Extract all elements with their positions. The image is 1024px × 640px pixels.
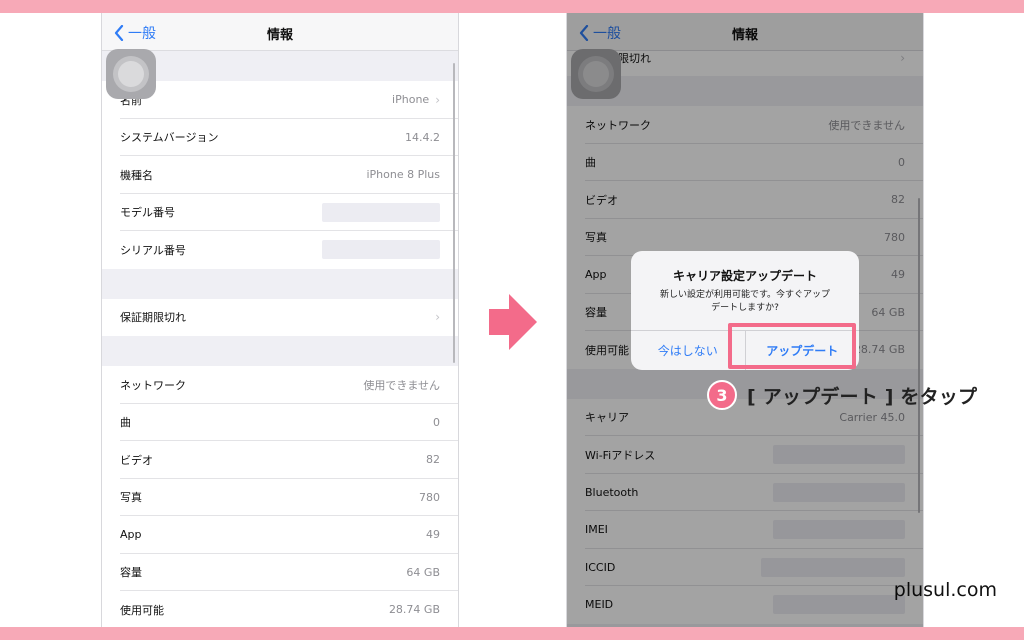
list-item: モデル番号 — [102, 193, 458, 231]
chevron-right-icon: › — [435, 92, 440, 107]
step-annotation: 3 [ アップデート ] をタップ — [707, 380, 977, 410]
scrollbar[interactable] — [453, 63, 455, 363]
row-label: 容量 — [120, 566, 142, 580]
page-title: 情報 — [266, 28, 293, 43]
row-label: 写真 — [120, 491, 142, 505]
row-value: 780 — [419, 490, 440, 504]
row-value: 64 GB — [406, 565, 440, 579]
bottom-decor-band — [0, 627, 1024, 640]
alert-title: キャリア設定アップデート — [672, 269, 817, 283]
row-value: 使用できません — [363, 378, 440, 392]
list-item: 使用可能 28.74 GB — [102, 591, 458, 627]
row-label: モデル番号 — [120, 206, 175, 220]
row-label: シリアル番号 — [120, 243, 186, 257]
row-value: iPhone 8 Plus — [366, 168, 440, 182]
list-item: ビデオ 82 — [102, 441, 458, 479]
list-item: 機種名 iPhone 8 Plus — [102, 156, 458, 194]
left-phone-screen: 一般 情報 名前 iPhone › システムバージョン 14.4.2 機種名 iP… — [101, 13, 459, 627]
row-value: iPhone — [392, 93, 430, 107]
assistive-touch-button[interactable] — [106, 49, 156, 99]
list-item: 写真 780 — [102, 478, 458, 516]
list-item: ネットワーク 使用できません — [102, 366, 458, 404]
step-instruction: [ アップデート ] をタップ — [747, 385, 978, 408]
chevron-right-icon: › — [435, 310, 440, 325]
row-label: ビデオ — [120, 453, 153, 467]
row-label: 使用可能 — [120, 603, 164, 617]
settings-list: 名前 iPhone › システムバージョン 14.4.2 機種名 iPhone 8… — [102, 51, 458, 627]
row-value: 49 — [426, 528, 440, 542]
top-decor-band — [0, 0, 1024, 13]
row-label: App — [120, 528, 142, 542]
alert-message: 新しい設定が利用可能です。今すぐアップ デートしますか? — [645, 289, 845, 315]
row-label: 曲 — [120, 416, 131, 430]
row-value: 0 — [433, 415, 440, 429]
row-label: 機種名 — [120, 168, 153, 182]
list-item: 容量 64 GB — [102, 553, 458, 591]
alert-message-line: デートしますか? — [711, 303, 779, 313]
navigation-bar: 一般 情報 — [102, 13, 458, 51]
list-item: 曲 0 — [102, 403, 458, 441]
list-item[interactable]: 保証期限切れ › — [102, 298, 458, 336]
redacted-value — [322, 240, 440, 259]
list-item: システムバージョン 14.4.2 — [102, 118, 458, 156]
row-label: 保証期限切れ — [120, 311, 186, 325]
update-button-highlight — [728, 323, 856, 369]
arrow-right-icon — [489, 294, 537, 350]
alert-message-line: 新しい設定が利用可能です。今すぐアップ — [659, 290, 831, 300]
row-label: システムバージョン — [120, 131, 219, 145]
right-phone-screen: 一般 情報 保証期限切れ › ネットワーク 使用できません 曲 0 ビデオ 82… — [566, 13, 924, 627]
step-number-badge: 3 — [707, 380, 737, 410]
list-item: App 49 — [102, 516, 458, 554]
row-value: 14.4.2 — [405, 130, 440, 144]
row-value: 82 — [426, 453, 440, 467]
redacted-value — [322, 202, 440, 222]
row-value: 28.74 GB — [388, 603, 440, 617]
row-label: ネットワーク — [120, 378, 186, 392]
list-item: シリアル番号 — [102, 231, 458, 269]
